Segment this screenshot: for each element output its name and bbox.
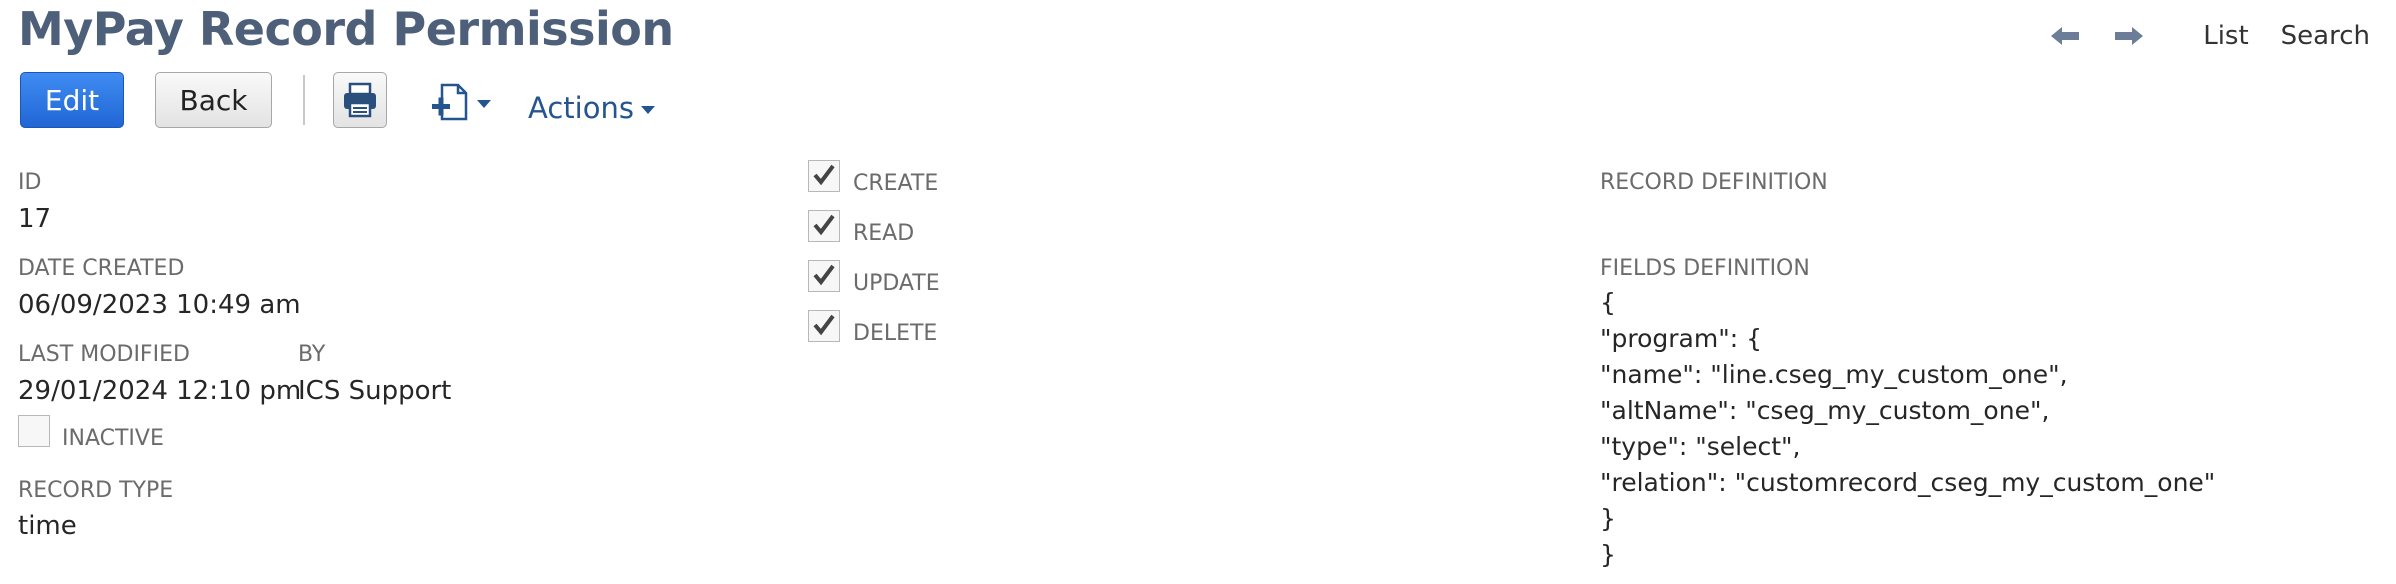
- checkmark-icon: [813, 214, 835, 236]
- print-button[interactable]: [333, 72, 387, 128]
- arrow-left-icon: [2051, 27, 2080, 45]
- create-label: CREATE: [853, 171, 939, 196]
- checkmark-icon: [813, 314, 835, 336]
- checkmark-icon: [813, 164, 835, 186]
- inactive-checkbox[interactable]: [18, 415, 50, 447]
- fields-definition-line: "relation": "customrecord_cseg_my_custom…: [1600, 468, 2216, 497]
- id-label: ID: [18, 170, 42, 195]
- previous-record-button[interactable]: [2043, 14, 2087, 58]
- modified-by-label: BY: [298, 342, 326, 367]
- page-title: MyPay Record Permission: [18, 2, 674, 56]
- checkmark-icon: [813, 264, 835, 286]
- record-definition-label: RECORD DEFINITION: [1600, 170, 1828, 195]
- read-label: READ: [853, 221, 915, 246]
- record-type-value: time: [18, 511, 77, 541]
- chevron-down-icon: [477, 100, 491, 108]
- last-modified-value: 29/01/2024 12:10 pm: [18, 376, 302, 406]
- fields-definition-line: "name": "line.cseg_my_custom_one",: [1600, 360, 2068, 389]
- id-value: 17: [18, 204, 52, 234]
- list-link[interactable]: List: [2203, 21, 2248, 51]
- fields-definition-line: }: [1600, 504, 1616, 533]
- record-navigation: List Search: [2043, 14, 2370, 58]
- create-checkbox[interactable]: [808, 160, 840, 192]
- back-button[interactable]: Back: [155, 72, 272, 128]
- update-checkbox[interactable]: [808, 260, 840, 292]
- fields-definition-line: "altName": "cseg_my_custom_one",: [1600, 396, 2050, 425]
- chevron-down-icon: [640, 106, 655, 114]
- fields-definition-line: }: [1600, 540, 1616, 569]
- next-record-button[interactable]: [2107, 14, 2151, 58]
- fields-definition-line: {: [1600, 288, 1616, 317]
- actions-label: Actions: [528, 91, 634, 125]
- date-created-label: DATE CREATED: [18, 256, 185, 281]
- actions-menu[interactable]: Actions: [528, 86, 655, 130]
- inactive-label: INACTIVE: [62, 426, 164, 451]
- record-type-label: RECORD TYPE: [18, 478, 174, 503]
- fields-definition-line: "program": {: [1600, 324, 1762, 353]
- new-document-icon: [432, 83, 468, 121]
- toolbar-divider: [303, 75, 305, 125]
- last-modified-label: LAST MODIFIED: [18, 342, 190, 367]
- search-link[interactable]: Search: [2281, 21, 2370, 51]
- edit-button[interactable]: Edit: [20, 72, 124, 128]
- delete-label: DELETE: [853, 321, 938, 346]
- modified-by-value: ICS Support: [298, 376, 452, 406]
- printer-icon: [344, 82, 376, 118]
- delete-checkbox[interactable]: [808, 310, 840, 342]
- new-record-menu[interactable]: [430, 80, 491, 124]
- date-created-value: 06/09/2023 10:49 am: [18, 290, 301, 320]
- read-checkbox[interactable]: [808, 210, 840, 242]
- fields-definition-label: FIELDS DEFINITION: [1600, 256, 1810, 281]
- update-label: UPDATE: [853, 271, 940, 296]
- fields-definition-line: "type": "select",: [1600, 432, 1801, 461]
- arrow-right-icon: [2115, 27, 2144, 45]
